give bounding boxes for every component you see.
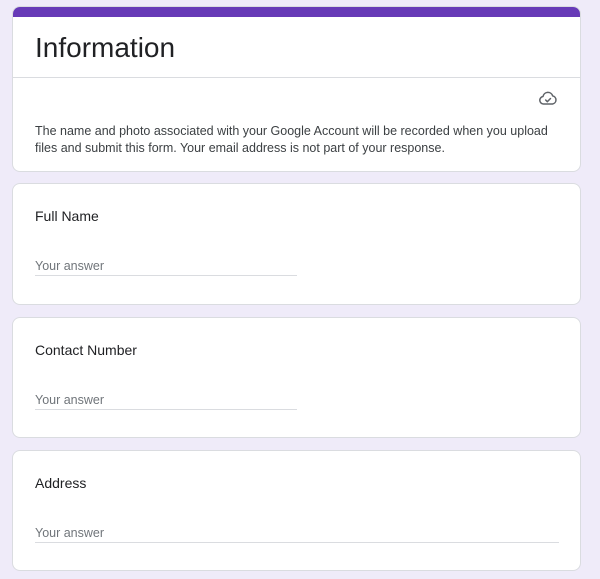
- question-label-full-name: Full Name: [35, 208, 99, 224]
- cloud-check-icon: [538, 89, 558, 109]
- header-accent-bar: [13, 7, 580, 17]
- question-card-full-name: Full Name: [12, 183, 581, 305]
- full-name-input[interactable]: [35, 256, 297, 276]
- address-input[interactable]: [35, 523, 559, 543]
- cloud-check-icon-svg: [539, 91, 557, 105]
- form-page: Information The name and photo associate…: [0, 0, 600, 579]
- question-label-contact-number: Contact Number: [35, 342, 137, 358]
- question-card-contact-number: Contact Number: [12, 317, 581, 438]
- title-divider: [13, 77, 580, 78]
- account-notice: The name and photo associated with your …: [35, 124, 548, 155]
- question-label-address: Address: [35, 475, 87, 491]
- form-title: Information: [35, 32, 176, 63]
- form-header-card: Information The name and photo associate…: [12, 6, 581, 172]
- contact-number-input[interactable]: [35, 390, 297, 410]
- question-card-address: Address: [12, 450, 581, 571]
